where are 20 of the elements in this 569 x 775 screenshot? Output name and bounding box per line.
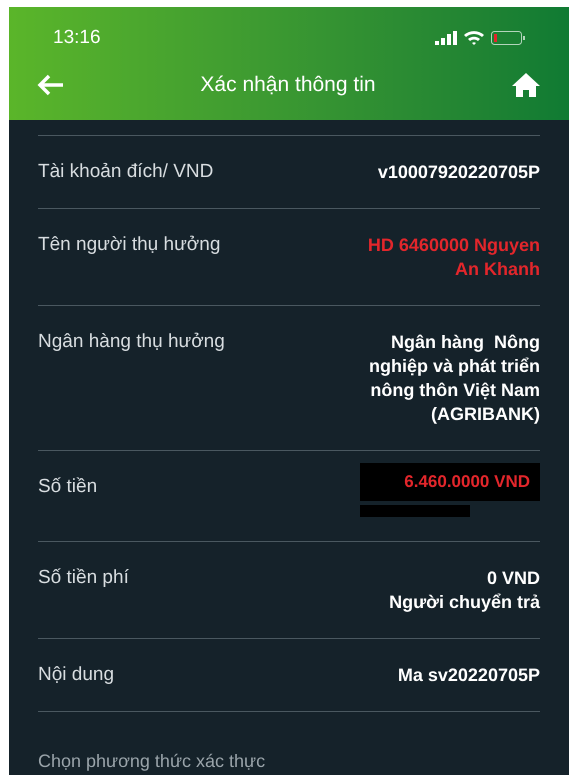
screen-title: Xác nhận thông tin [200,72,376,98]
field-value: HD 6460000 Nguyen An Khanh [368,234,540,281]
field-label: Số tiền [38,475,98,499]
field-value: Ngân hàng Nông nghiệp và phát triển nông thôn Việt Nam (AGRIBANK) [368,331,540,426]
signal-icon [435,31,457,45]
field-label: Tên người thụ hưởng [38,233,220,257]
back-arrow-icon[interactable] [37,74,65,96]
auth-method-prompt: Chọn phương thức xác thực [38,750,266,773]
field-value: Ma sv20220705P [398,664,540,687]
battery-icon [491,31,525,45]
amount-value: 6.460.0000 VND [404,471,530,494]
field-label: Ngân hàng thụ hưởng [38,330,225,354]
home-icon[interactable] [510,72,541,98]
field-value: 0 VND Người chuyển trả [389,567,540,614]
field-label: Tài khoản đích/ VND [38,160,214,184]
field-label: Số tiền phí [38,566,129,590]
status-time: 13:16 [53,26,101,50]
field-value: v10007920220705P [378,161,540,184]
wifi-icon [463,30,485,46]
field-label: Nội dung [38,663,114,687]
